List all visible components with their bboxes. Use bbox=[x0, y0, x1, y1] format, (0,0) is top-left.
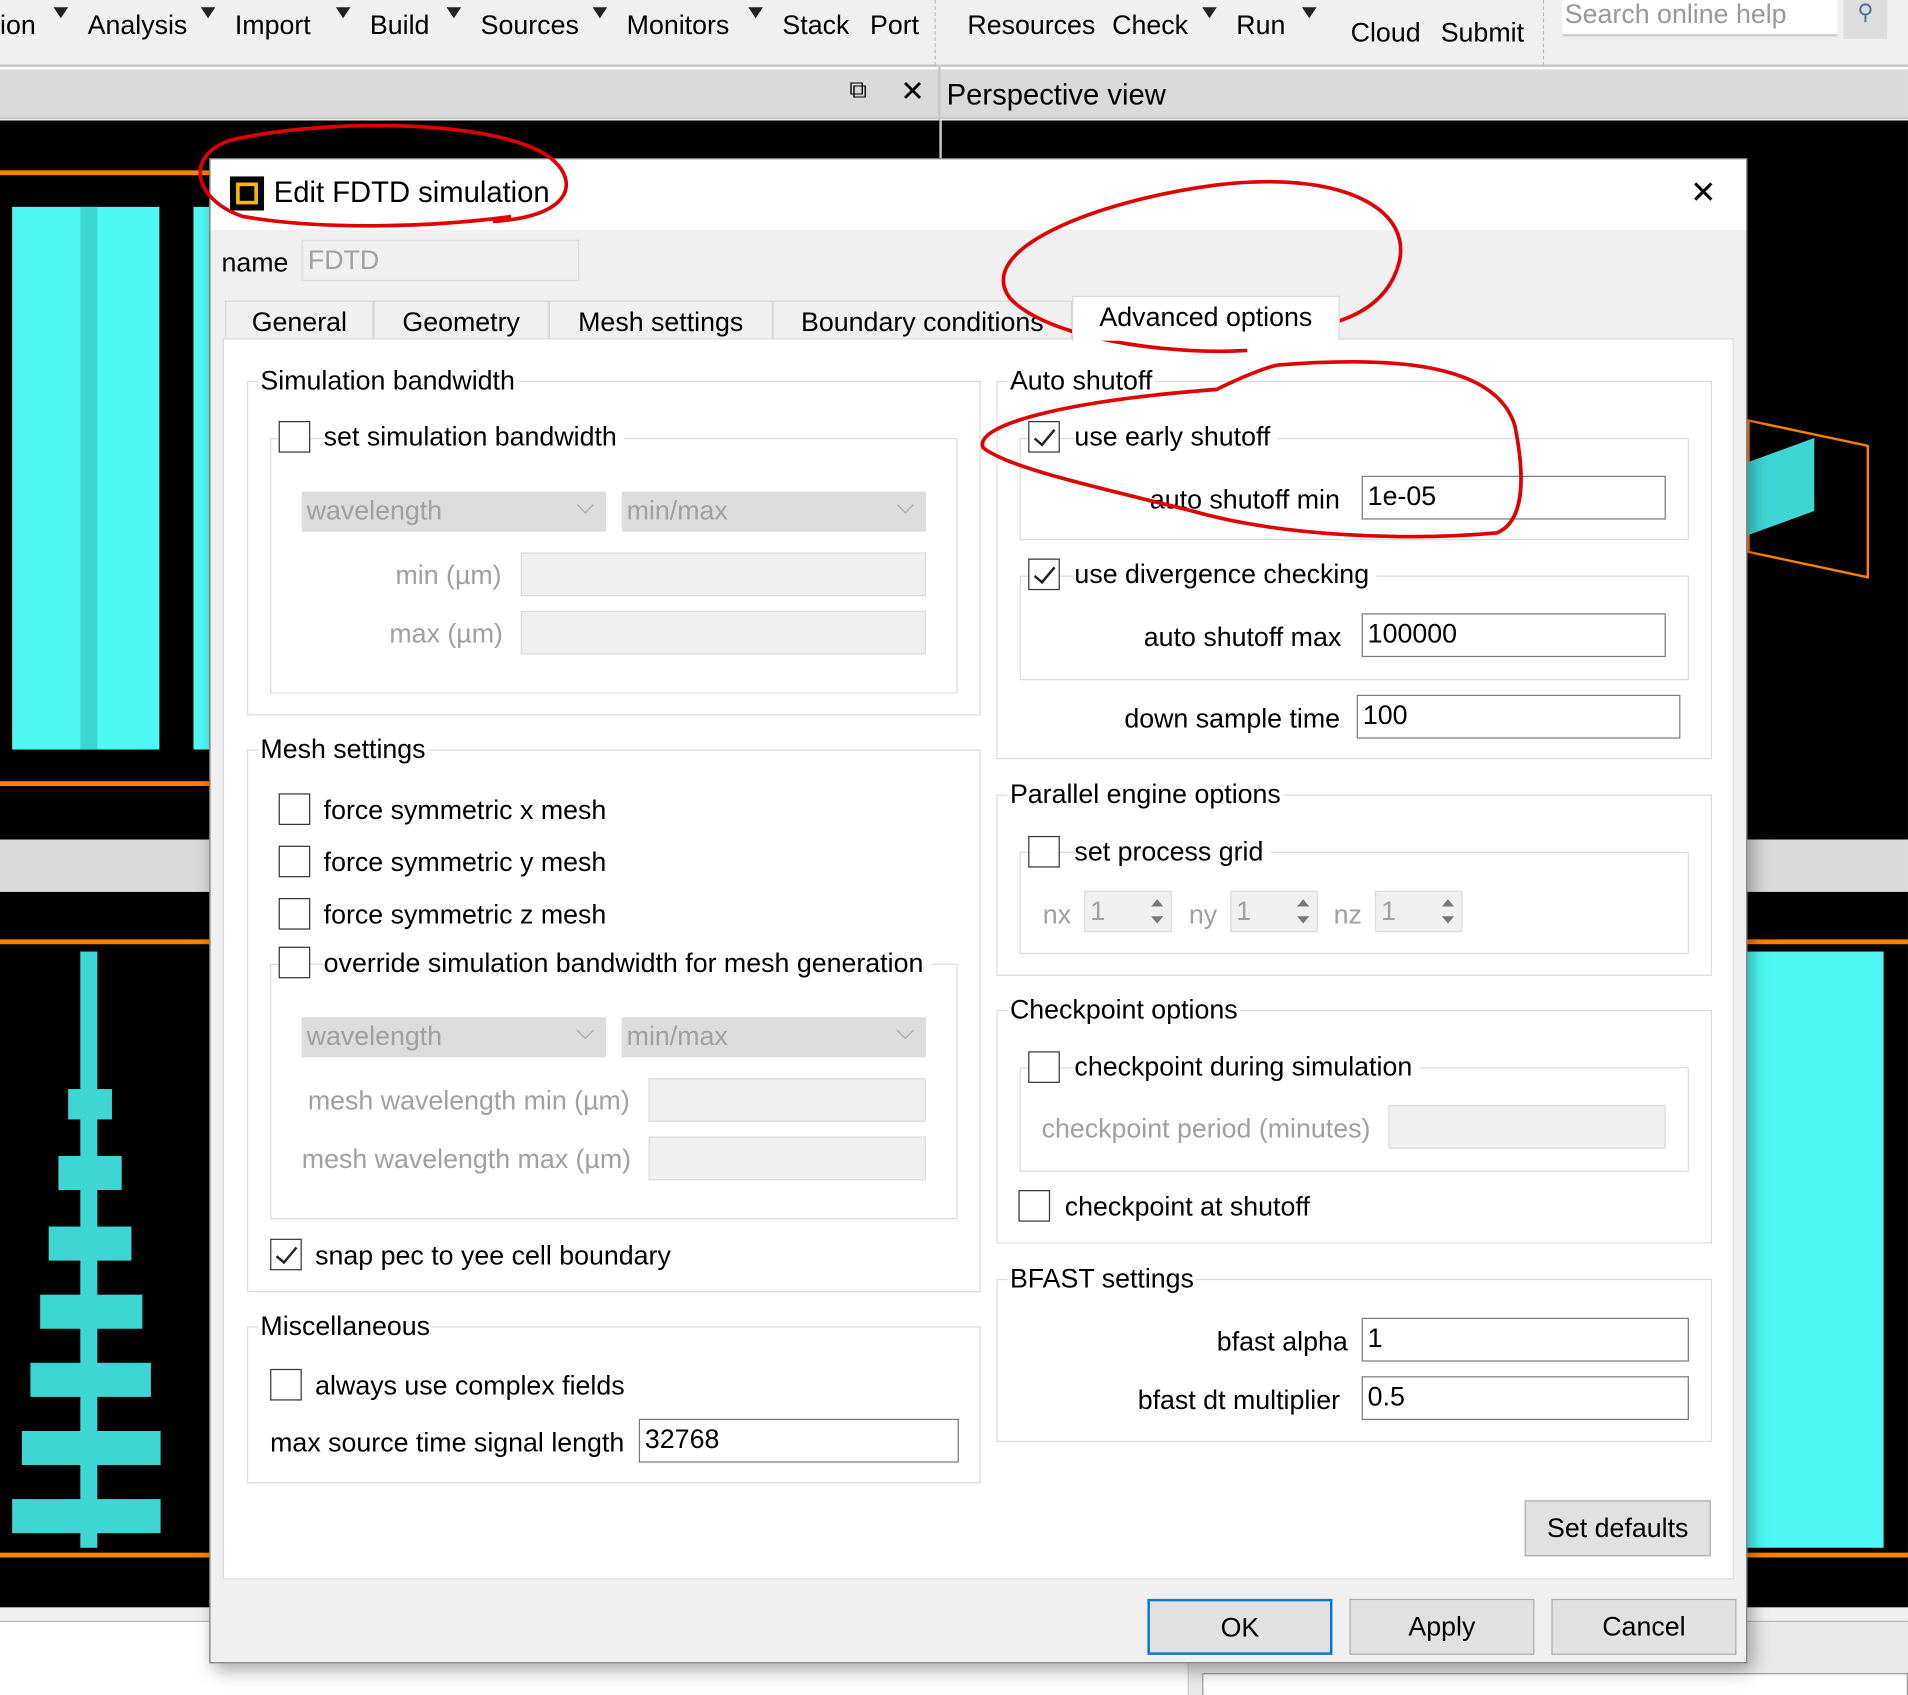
tab-advanced-options[interactable]: Advanced options bbox=[1072, 295, 1340, 341]
annotation-circle-title bbox=[198, 123, 569, 228]
annotation-circle-shutoff bbox=[980, 359, 1523, 539]
red-annotations bbox=[198, 123, 1523, 539]
